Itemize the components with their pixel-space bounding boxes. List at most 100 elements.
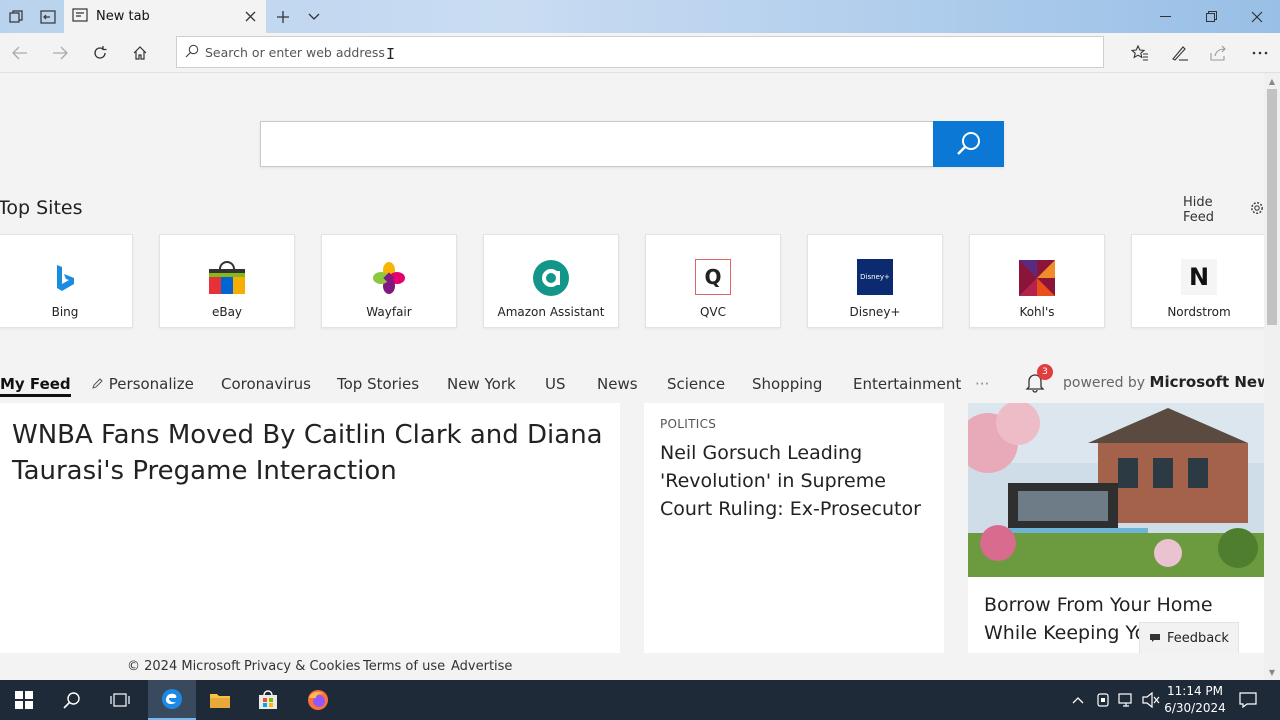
network-icon[interactable] [1117, 690, 1137, 710]
scroll-down-arrow-icon[interactable]: ▼ [1267, 667, 1277, 677]
news-headline[interactable]: Neil Gorsuch Leading 'Revolution' in Sup… [660, 439, 936, 523]
search-icon[interactable] [48, 680, 96, 720]
tile-bing[interactable]: Bing [0, 234, 133, 328]
news-card[interactable]: WNBA Fans Moved By Caitlin Clark and Dia… [0, 403, 620, 680]
web-search-box[interactable] [260, 121, 1004, 167]
tile-label: Nordstrom [1167, 305, 1231, 319]
tile-kohls[interactable]: Kohl's [969, 234, 1105, 328]
feed-tab-us[interactable]: US [545, 375, 566, 393]
scroll-up-arrow-icon[interactable]: ▲ [1267, 76, 1277, 86]
feed-tab-personalize[interactable]: Personalize [92, 375, 194, 393]
microsoft-store-icon[interactable] [244, 680, 292, 720]
tile-label: Amazon Assistant [497, 305, 605, 319]
ebay-logo-icon [208, 259, 246, 297]
qvc-logo-glyph: Q [704, 265, 722, 289]
favorites-icon[interactable] [1128, 41, 1152, 65]
address-toolbar: I [0, 33, 1280, 73]
feed-tab-new-york[interactable]: New York [447, 375, 516, 393]
search-button[interactable] [933, 121, 1004, 167]
tile-ebay[interactable]: eBay [159, 234, 295, 328]
feed-tab-science[interactable]: Science [667, 375, 725, 393]
tile-nordstrom[interactable]: N Nordstrom [1131, 234, 1264, 328]
news-card[interactable]: POLITICS Neil Gorsuch Leading 'Revolutio… [644, 403, 944, 680]
terms-link[interactable]: Terms of use [363, 659, 445, 674]
text-cursor-icon: I [386, 45, 396, 63]
feed-tab-news[interactable]: News [597, 375, 638, 393]
feed-tab-top-stories[interactable]: Top Stories [337, 375, 419, 393]
nordstrom-logo-glyph: N [1188, 263, 1210, 291]
show-hidden-icons-chevron-icon[interactable] [1068, 690, 1088, 710]
tile-amazon-assistant[interactable]: Amazon Assistant [483, 234, 619, 328]
file-explorer-icon[interactable] [196, 680, 244, 720]
tab-preview-chevron-icon[interactable] [304, 7, 324, 27]
share-icon[interactable] [1207, 41, 1231, 65]
tile-disney-plus[interactable]: Disney+ Disney+ [807, 234, 943, 328]
hide-feed-button[interactable]: Hide Feed [1183, 195, 1264, 225]
minimize-icon[interactable] [1142, 0, 1188, 33]
hide-feed-label: Hide Feed [1183, 195, 1215, 225]
tab-actions-icon[interactable] [6, 7, 26, 27]
pencil-icon [92, 378, 103, 389]
clock-date: 6/30/2024 [1164, 701, 1226, 715]
home-icon[interactable] [128, 41, 152, 65]
privacy-link[interactable]: Privacy & Cookies [244, 659, 360, 674]
firefox-icon[interactable] [294, 680, 342, 720]
refresh-icon[interactable] [88, 41, 112, 65]
title-bar: New tab [0, 0, 1280, 33]
forward-arrow-icon[interactable] [48, 41, 72, 65]
page-footer: © 2024 Microsoft Privacy & Cookies Terms… [0, 653, 1264, 680]
edge-browser-icon[interactable] [148, 680, 196, 720]
feed-more-button[interactable]: ··· [975, 375, 989, 393]
gear-icon[interactable] [1250, 201, 1264, 219]
feedback-icon [1150, 634, 1161, 642]
web-search-input[interactable] [261, 122, 933, 166]
advertise-link[interactable]: Advertise [451, 659, 512, 674]
start-button[interactable] [0, 680, 48, 720]
new-tab-page: Top Sites Hide Feed Bing eBay Wayfair Am… [0, 73, 1264, 680]
new-tab-plus-icon[interactable] [273, 7, 293, 27]
wayfair-logo-icon [370, 259, 408, 297]
tile-label: Kohl's [1019, 305, 1055, 319]
feed-tab-my-feed[interactable]: My Feed [0, 375, 71, 397]
powered-by-label: powered by Microsoft News [1063, 373, 1264, 391]
pen-notes-icon[interactable] [1168, 41, 1192, 65]
taskbar-clock[interactable]: 11:14 PM 6/30/2024 [1162, 683, 1228, 717]
tile-wayfair[interactable]: Wayfair [321, 234, 457, 328]
feedback-button[interactable]: Feedback [1139, 622, 1239, 654]
feed-tab-label: Personalize [108, 375, 194, 393]
news-category: POLITICS [660, 417, 717, 431]
close-tab-icon[interactable] [242, 8, 258, 24]
news-headline[interactable]: WNBA Fans Moved By Caitlin Clark and Dia… [12, 417, 612, 489]
close-window-icon[interactable] [1234, 0, 1280, 33]
clock-time: 11:14 PM [1167, 684, 1223, 698]
more-options-icon[interactable] [1248, 41, 1272, 65]
tab-title: New tab [96, 9, 150, 24]
volume-muted-icon[interactable] [1141, 690, 1161, 710]
notifications-icon[interactable] [1238, 690, 1258, 710]
nordstrom-logo-icon: N [1181, 259, 1217, 295]
feed-tab-entertainment[interactable]: Entertainment [853, 375, 961, 393]
vertical-scrollbar[interactable]: ▲ ▼ [1264, 73, 1280, 680]
restore-icon[interactable] [1188, 0, 1234, 33]
tile-label: Bing [51, 305, 79, 319]
task-view-icon[interactable] [96, 680, 144, 720]
back-arrow-icon[interactable] [8, 41, 32, 65]
news-photo[interactable] [968, 403, 1264, 577]
address-input[interactable] [205, 44, 1085, 60]
scrollbar-thumb[interactable] [1267, 89, 1277, 325]
powered-prefix: powered by [1063, 375, 1146, 391]
address-bar[interactable] [176, 36, 1104, 68]
top-sites-heading: Top Sites [0, 197, 83, 219]
feedback-label: Feedback [1167, 630, 1229, 646]
tab-new-tab[interactable]: New tab [64, 0, 266, 33]
tile-qvc[interactable]: Q QVC [645, 234, 781, 328]
set-aside-tabs-icon[interactable] [38, 7, 58, 27]
tile-label: Disney+ [849, 305, 901, 319]
feed-tab-coronavirus[interactable]: Coronavirus [221, 375, 311, 393]
powered-brand: Microsoft News [1149, 373, 1264, 391]
kohls-logo-icon [1018, 259, 1056, 297]
feed-tab-shopping[interactable]: Shopping [752, 375, 822, 393]
search-icon [956, 132, 980, 155]
meet-now-icon[interactable] [1093, 690, 1113, 710]
taskbar: 11:14 PM 6/30/2024 [0, 680, 1280, 720]
